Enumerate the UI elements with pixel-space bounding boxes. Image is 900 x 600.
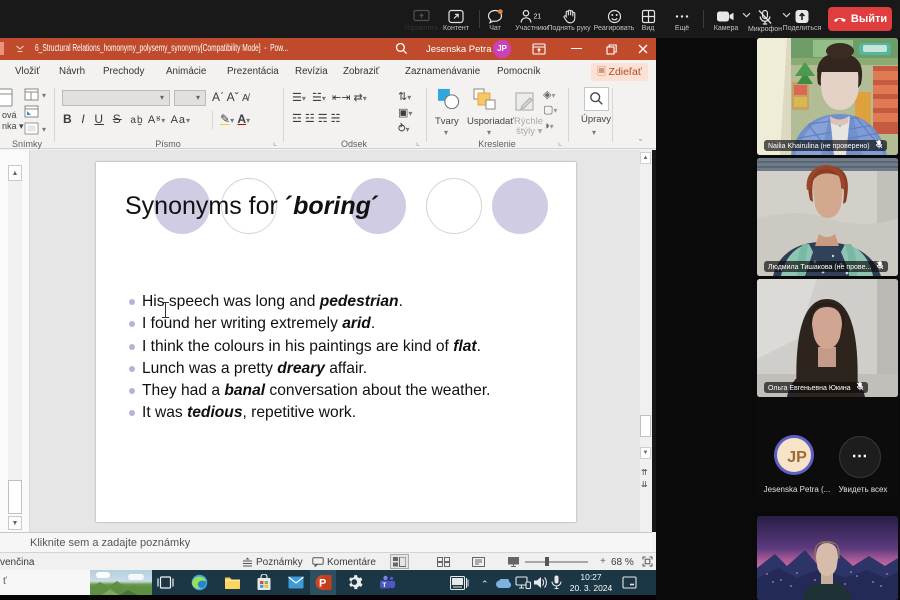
svg-text:21: 21 <box>534 14 542 21</box>
svg-text:T: T <box>382 582 386 589</box>
svg-text:P: P <box>319 578 326 590</box>
